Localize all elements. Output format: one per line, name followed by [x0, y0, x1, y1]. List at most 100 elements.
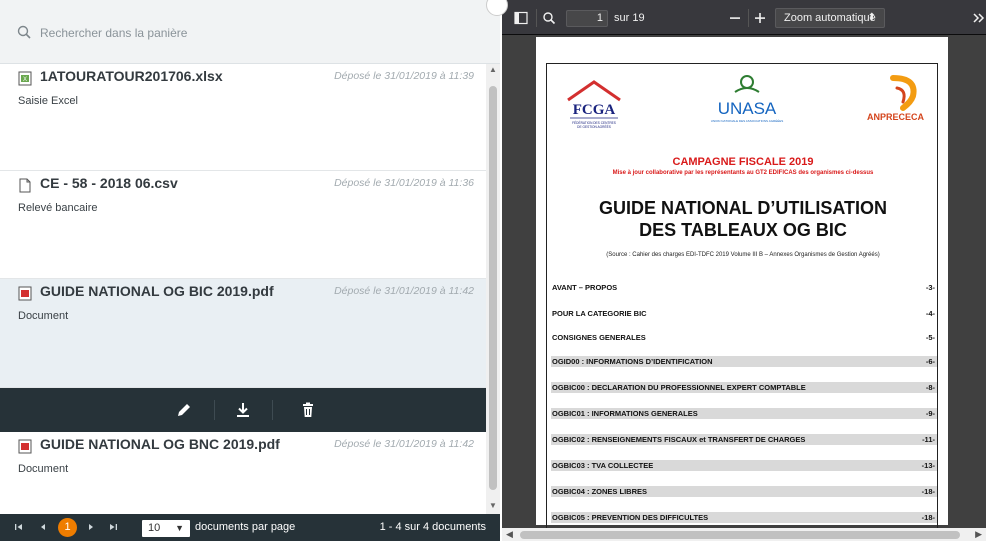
list-item[interactable]: CE - 58 - 2018 06.csv Déposé le 31/01/20… — [0, 171, 486, 279]
more-tools-icon[interactable] — [972, 11, 986, 25]
per-page-value: 10 — [148, 522, 161, 534]
toc-label: CONSIGNES GENERALES — [552, 333, 646, 342]
scroll-down-icon[interactable]: ▼ — [489, 502, 497, 510]
zoom-select[interactable]: Zoom automatique ⬍ — [775, 8, 885, 28]
toc-entry[interactable]: OGID00 : INFORMATIONS D’IDENTIFICATION -6… — [551, 356, 937, 367]
toc-label: OGBIC01 : INFORMATIONS GENERALES — [552, 409, 698, 418]
action-divider — [272, 400, 273, 420]
last-page-icon[interactable] — [108, 522, 118, 532]
file-type: Saisie Excel — [18, 95, 78, 107]
toc-page: -6- — [925, 357, 935, 366]
file-date: Déposé le 31/01/2019 à 11:36 — [334, 177, 474, 189]
file-type: Document — [18, 310, 69, 322]
file-icon — [19, 178, 31, 193]
current-page[interactable]: 1 — [58, 518, 77, 537]
file-list: X 1ATOURATOUR201706.xlsx Déposé le 31/01… — [0, 64, 486, 514]
toolbar-divider — [748, 9, 749, 27]
file-name: 1ATOURATOUR201706.xlsx — [40, 68, 223, 84]
toc-entry[interactable]: OGBIC03 : TVA COLLECTEE -13- — [551, 460, 937, 471]
first-page-icon[interactable] — [14, 522, 24, 532]
toc-entry[interactable]: AVANT – PROPOS -3- — [551, 282, 937, 293]
svg-text:X: X — [23, 77, 27, 83]
previous-page-icon[interactable] — [38, 522, 48, 532]
toc-label: AVANT – PROPOS — [552, 283, 618, 292]
search-bar[interactable]: Rechercher dans la panière — [0, 0, 500, 64]
toc-page: -9- — [925, 409, 935, 418]
pdf-file-icon — [18, 286, 32, 301]
svg-text:UNION NATIONALE DES ASSOCIATIO: UNION NATIONALE DES ASSOCIATIONS AGRÉÉES — [711, 118, 783, 123]
list-item[interactable]: X 1ATOURATOUR201706.xlsx Déposé le 31/01… — [0, 64, 486, 171]
zoom-out-icon[interactable] — [728, 11, 742, 25]
zoom-in-icon[interactable] — [753, 11, 767, 25]
per-page-label: documents par page — [195, 521, 296, 533]
next-page-icon[interactable] — [86, 522, 96, 532]
toc-label: POUR LA CATEGORIE BIC — [552, 309, 647, 318]
pdf-update-note: Mise à jour collaborative par les représ… — [612, 170, 874, 176]
action-divider — [214, 400, 215, 420]
toc-entry[interactable]: OGBIC00 : DECLARATION DU PROFESSIONNEL E… — [551, 382, 937, 393]
pdf-page-frame: FCGA FÉDÉRATION DES CENTRES DE GESTION A… — [546, 63, 938, 533]
anprececa-logo-text: ANPRECECA — [867, 112, 925, 122]
toc-page: -18- — [921, 513, 935, 522]
list-item[interactable]: GUIDE NATIONAL OG BNC 2019.pdf Déposé le… — [0, 432, 486, 514]
file-date: Déposé le 31/01/2019 à 11:42 — [334, 285, 474, 297]
download-icon[interactable] — [233, 400, 253, 420]
toc-label: OGBIC03 : TVA COLLECTEE — [552, 461, 654, 470]
toc-page: -11- — [922, 435, 935, 444]
search-input[interactable]: Rechercher dans la panière — [40, 26, 187, 40]
svg-text:DE GESTION AGRÉÉS: DE GESTION AGRÉÉS — [577, 124, 611, 129]
toc-label: OGBIC00 : DECLARATION DU PROFESSIONNEL E… — [552, 383, 806, 392]
toc-entry[interactable]: OGBIC04 : ZONES LIBRES -18- — [551, 486, 937, 497]
pdf-page: FCGA FÉDÉRATION DES CENTRES DE GESTION A… — [536, 37, 948, 533]
per-page-select[interactable]: 10 ▼ — [142, 520, 190, 537]
file-name: CE - 58 - 2018 06.csv — [40, 175, 178, 191]
pdf-campaign-title: CAMPAGNE FISCALE 2019 — [672, 156, 814, 168]
list-scrollbar[interactable]: ▲ ▼ — [486, 64, 500, 514]
fcga-logo: FCGA FÉDÉRATION DES CENTRES DE GESTION A… — [567, 80, 621, 129]
scroll-up-icon[interactable]: ▲ — [489, 66, 497, 74]
fcga-logo-text: FCGA — [573, 102, 616, 118]
toc-entry[interactable]: POUR LA CATEGORIE BIC -4- — [551, 308, 937, 319]
file-basket-panel: Rechercher dans la panière X 1ATOURATOUR… — [0, 0, 500, 541]
svg-text:UNASA: UNASA — [718, 99, 777, 118]
file-name: GUIDE NATIONAL OG BNC 2019.pdf — [40, 436, 280, 452]
file-type: Document — [18, 463, 69, 475]
search-icon[interactable] — [542, 11, 556, 25]
scrollbar-thumb[interactable] — [520, 531, 960, 539]
scroll-left-icon[interactable]: ◀ — [506, 529, 513, 540]
chevron-down-icon: ⬍ — [867, 12, 876, 23]
toc-page: -8- — [925, 383, 935, 392]
trash-icon[interactable] — [298, 400, 318, 420]
list-item-selected[interactable]: GUIDE NATIONAL OG BIC 2019.pdf Déposé le… — [0, 279, 486, 388]
viewer-horizontal-scrollbar[interactable]: ◀ ▶ — [502, 528, 986, 541]
sidebar-toggle-icon[interactable] — [514, 11, 528, 25]
toolbar-divider — [536, 9, 537, 27]
file-date: Déposé le 31/01/2019 à 11:39 — [334, 70, 474, 82]
document-count: 1 - 4 sur 4 documents — [379, 521, 486, 533]
pdf-source-note: (Source : Cahier des charges EDI-TDFC 20… — [606, 252, 880, 258]
file-type: Relevé bancaire — [18, 202, 98, 214]
scroll-right-icon[interactable]: ▶ — [975, 529, 982, 540]
pencil-icon[interactable] — [174, 400, 194, 420]
toc-page: -18- — [921, 487, 935, 496]
toc-page: -3- — [925, 283, 935, 292]
toc-entry[interactable]: OGBIC01 : INFORMATIONS GENERALES -9- — [551, 408, 937, 419]
zoom-value: Zoom automatique — [784, 12, 876, 24]
file-name: GUIDE NATIONAL OG BIC 2019.pdf — [40, 283, 274, 299]
pagination-bar: 1 10 ▼ documents par page 1 - 4 sur 4 doc… — [0, 514, 500, 541]
pdf-file-icon — [18, 439, 32, 454]
scrollbar-thumb[interactable] — [489, 86, 497, 490]
pdf-viewer: 1 sur 19 Zoom automatique ⬍ FCGA FÉDÉRATI… — [502, 0, 986, 541]
pdf-title-line2: DES TABLEAUX OG BIC — [639, 220, 847, 240]
toc-label: OGID00 : INFORMATIONS D’IDENTIFICATION — [552, 357, 713, 366]
toc-entry[interactable]: OGBIC02 : RENSEIGNEMENTS FISCAUX et TRAN… — [551, 434, 937, 445]
page-number-input[interactable]: 1 — [566, 10, 608, 27]
toc-entry[interactable]: OGBIC05 : PREVENTION DES DIFFICULTES -18- — [551, 512, 937, 523]
chevron-down-icon: ▼ — [175, 523, 184, 533]
item-action-bar — [0, 388, 486, 432]
unasa-logo: UNASA UNION NATIONALE DES ASSOCIATIONS A… — [711, 75, 783, 123]
toc-page: -4- — [925, 309, 935, 318]
pdf-toolbar: 1 sur 19 Zoom automatique ⬍ — [502, 0, 986, 35]
toc-entry[interactable]: CONSIGNES GENERALES -5- — [551, 332, 937, 343]
toc-page: -5- — [925, 333, 935, 342]
